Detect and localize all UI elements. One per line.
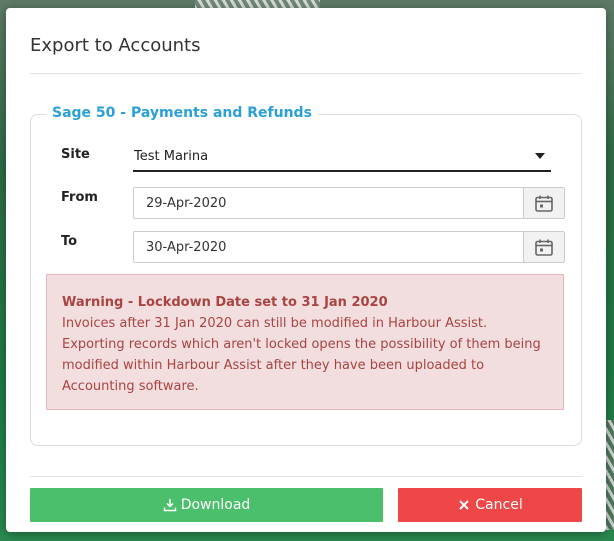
calendar-icon <box>535 239 553 256</box>
lockdown-warning: Warning - Lockdown Date set to 31 Jan 20… <box>46 274 564 410</box>
header-divider <box>30 73 582 74</box>
warning-line-1: Invoices after 31 Jan 2020 can still be … <box>62 316 488 331</box>
warning-title: Warning - Lockdown Date set to 31 Jan 20… <box>62 295 388 310</box>
cancel-button[interactable]: Cancel <box>398 488 582 522</box>
from-date-field[interactable]: 29-Apr-2020 <box>133 187 565 219</box>
to-date-field[interactable]: 30-Apr-2020 <box>133 231 565 263</box>
download-button[interactable]: Download <box>30 488 383 522</box>
from-calendar-button[interactable] <box>523 188 564 218</box>
to-label: To <box>61 234 78 249</box>
chevron-down-icon <box>535 153 545 159</box>
site-label: Site <box>61 147 90 162</box>
calendar-icon <box>535 195 553 212</box>
background-image-edge <box>606 420 614 530</box>
download-label: Download <box>180 497 251 513</box>
to-date-value: 30-Apr-2020 <box>146 240 227 255</box>
from-label: From <box>61 190 98 205</box>
warning-line-2: Exporting records which aren't locked op… <box>62 337 541 394</box>
footer-divider <box>30 476 582 477</box>
close-icon <box>459 500 469 510</box>
to-calendar-button[interactable] <box>523 232 564 262</box>
site-select[interactable]: Test Marina <box>133 144 551 172</box>
download-icon <box>163 499 176 512</box>
cancel-label: Cancel <box>475 497 523 513</box>
from-date-value: 29-Apr-2020 <box>146 196 227 211</box>
export-dialog: Export to Accounts Sage 50 - Payments an… <box>6 8 606 532</box>
site-select-value: Test Marina <box>134 149 209 164</box>
dialog-title: Export to Accounts <box>30 35 201 56</box>
section-title: Sage 50 - Payments and Refunds <box>46 105 318 121</box>
